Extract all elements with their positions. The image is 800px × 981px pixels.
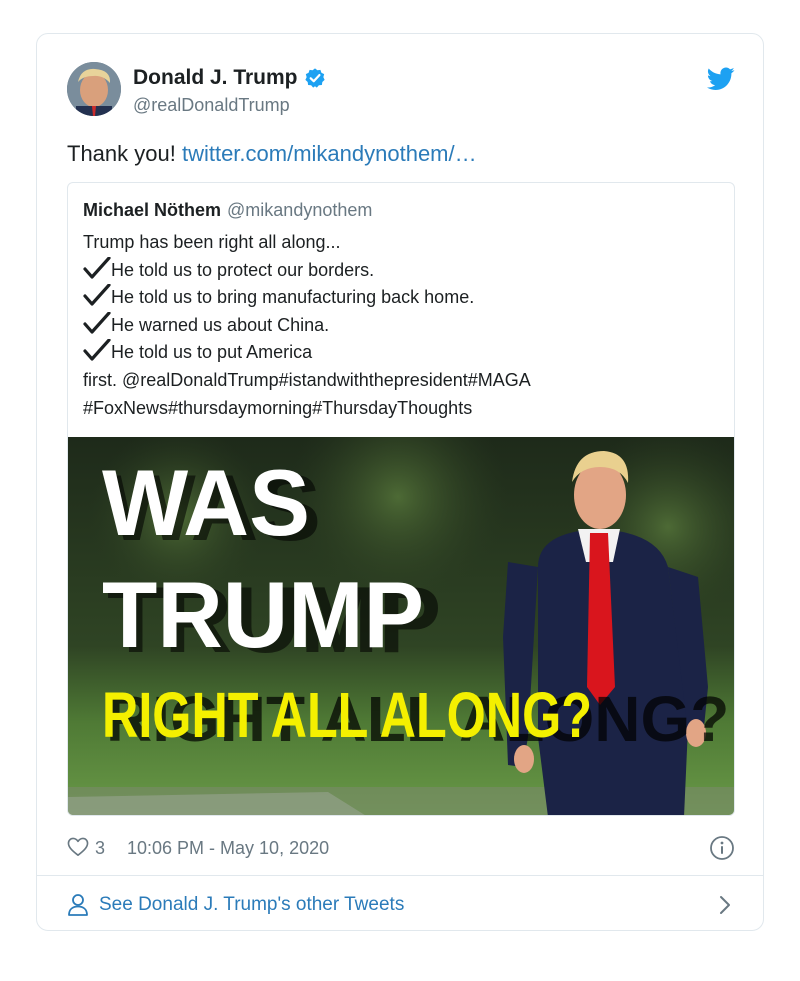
quoted-line-checked: He warned us about China.	[83, 311, 531, 340]
verified-badge-icon	[304, 68, 325, 88]
twitter-bird-icon[interactable]	[707, 66, 735, 92]
quoted-tweet-text: Trump has been right all along... He tol…	[83, 229, 531, 422]
quoted-line-text: He warned us about China.	[111, 314, 330, 335]
tweet-text: Thank you! twitter.com/mikandynothem/…	[67, 141, 477, 167]
quoted-line-text: He told us to put America	[111, 342, 313, 363]
headline-line-1: WAS	[102, 450, 310, 555]
quoted-line-text: He told us to protect our borders.	[111, 259, 375, 280]
embedded-tweet-card: Donald J. Trump @realDonaldTrump Thank y…	[36, 33, 764, 931]
author-handle[interactable]: @realDonaldTrump	[133, 95, 290, 116]
author-name-text[interactable]: Donald J. Trump	[133, 66, 298, 90]
checkmark-icon	[83, 339, 111, 361]
quoted-tweet-header: Michael Nöthem @mikandynothem	[83, 200, 372, 221]
chevron-right-icon[interactable]	[715, 895, 735, 915]
quoted-tweet-link[interactable]: twitter.com/mikandynothem/…	[182, 141, 477, 166]
tweet-timestamp[interactable]: 10:06 PM - May 10, 2020	[127, 838, 329, 859]
headline-line-3: RIGHT ALL ALONG?	[102, 679, 592, 751]
quoted-line-checked: He told us to put America	[83, 339, 531, 367]
see-other-tweets-label[interactable]: See Donald J. Trump's other Tweets	[99, 894, 404, 916]
quoted-author-name[interactable]: Michael Nöthem	[83, 200, 221, 220]
author-name[interactable]: Donald J. Trump	[133, 66, 326, 90]
tweet-text-body: Thank you!	[67, 141, 182, 166]
like-count[interactable]: 3	[95, 838, 105, 859]
quoted-line: #FoxNews#thursdaymorning#ThursdayThought…	[83, 397, 473, 418]
checkmark-icon	[83, 311, 111, 334]
quoted-line-checked: He told us to bring manufacturing back h…	[83, 284, 531, 312]
quoted-line: Trump has been right all along...	[83, 232, 341, 252]
author-avatar[interactable]	[67, 62, 121, 116]
heart-icon[interactable]	[67, 837, 89, 857]
quoted-line-text: He told us to bring manufacturing back h…	[111, 287, 475, 308]
quoted-tweet-image[interactable]: WAS WAS TRUMP TRUMP RIGHT ALL ALONG? RIG…	[68, 437, 734, 815]
info-icon[interactable]	[709, 835, 735, 861]
quoted-line-checked: He told us to protect our borders.	[83, 256, 531, 285]
quoted-line: first. @realDonaldTrump#istandwiththepre…	[83, 369, 531, 390]
checkmark-icon	[83, 284, 111, 306]
headline-line-2: TRUMP	[102, 562, 424, 667]
person-icon	[68, 894, 88, 916]
quoted-author-handle[interactable]: @mikandynothem	[227, 200, 372, 220]
tweet-footer: 3 10:06 PM - May 10, 2020	[67, 834, 735, 864]
checkmark-icon	[83, 256, 111, 279]
quoted-tweet[interactable]: Michael Nöthem @mikandynothem Trump has b…	[67, 182, 735, 816]
see-other-tweets-link[interactable]: See Donald J. Trump's other Tweets	[67, 890, 735, 920]
footer-divider	[37, 875, 763, 876]
